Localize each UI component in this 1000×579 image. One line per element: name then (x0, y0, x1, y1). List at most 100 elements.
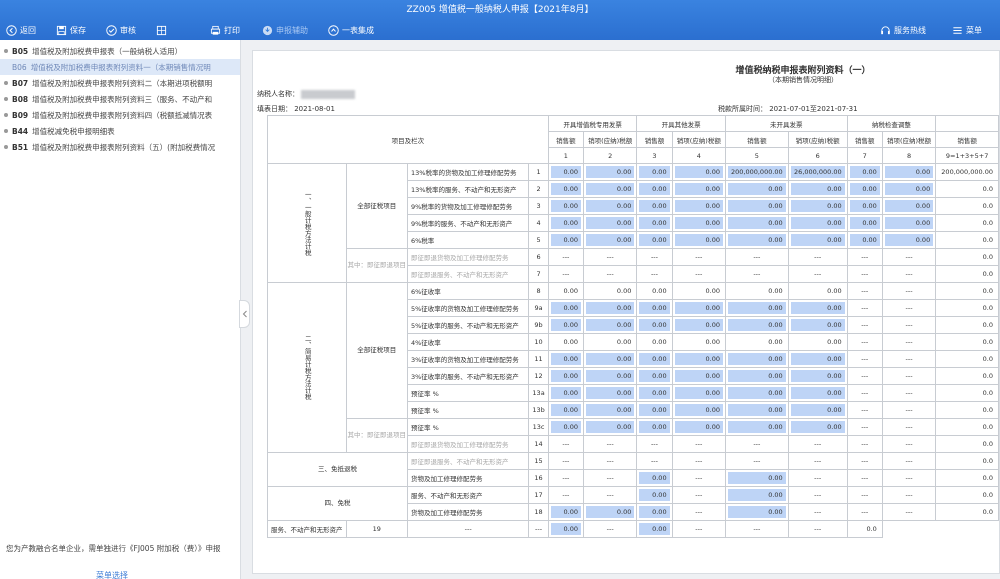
amount-input[interactable]: 0.00 (671, 197, 726, 215)
check-button[interactable]: 审核 (106, 22, 136, 38)
amount-input[interactable]: 0.00 (582, 367, 638, 385)
amount-input[interactable]: 0.00 (636, 197, 673, 215)
amount-input[interactable]: 0.00 (636, 418, 673, 436)
amount-input[interactable]: 0.00 (671, 299, 726, 317)
amount-input[interactable]: 0.00 (881, 214, 937, 232)
amount-input[interactable]: 0.00 (724, 231, 789, 249)
amount-input[interactable]: 0.00 (547, 180, 584, 198)
amount-input[interactable]: 0.00 (547, 384, 584, 402)
amount-input[interactable]: 0.00 (582, 384, 638, 402)
sidebar-item-b51[interactable]: B51 增值税及附加税费申报表附列资料（五）(附加税费情况 (0, 139, 240, 155)
amount-input[interactable]: 0.00 (724, 384, 789, 402)
amount-input[interactable]: 0.00 (547, 367, 584, 385)
amount-input[interactable]: 0.00 (671, 384, 726, 402)
amount-input[interactable]: 0.00 (582, 350, 638, 368)
amount-input[interactable]: 0.00 (724, 469, 789, 487)
amount-input[interactable]: 0.00 (636, 316, 673, 334)
amount-input[interactable]: 0.00 (724, 486, 789, 504)
fill-assist-button[interactable]: 申报辅助 (262, 22, 308, 38)
amount-input[interactable]: 0.00 (547, 520, 584, 538)
amount-input[interactable]: 0.00 (787, 367, 848, 385)
amount-input[interactable]: 0.00 (671, 418, 726, 436)
amount-input[interactable]: 0.00 (582, 180, 638, 198)
amount-input[interactable]: 0.00 (671, 401, 726, 419)
amount-input[interactable]: 0.00 (787, 384, 848, 402)
back-button[interactable]: 返回 (6, 22, 36, 38)
amount-input[interactable]: 0.00 (547, 214, 584, 232)
amount-input[interactable]: 0.00 (787, 231, 848, 249)
amount-input[interactable]: 0.00 (846, 163, 883, 181)
amount-input[interactable]: 0.00 (671, 231, 726, 249)
amount-input[interactable]: 0.00 (582, 503, 638, 521)
more-toolbar-button[interactable] (156, 22, 167, 38)
amount-input[interactable]: 0.00 (547, 163, 584, 181)
amount-input[interactable]: 0.00 (671, 214, 726, 232)
amount-input[interactable]: 26,000,000.00 (787, 163, 848, 181)
amount-input[interactable]: 0.00 (787, 418, 848, 436)
amount-input[interactable]: 0.00 (582, 316, 638, 334)
amount-input[interactable]: 0.00 (636, 214, 673, 232)
amount-input[interactable]: 0.00 (881, 180, 937, 198)
amount-input[interactable]: 0.00 (787, 180, 848, 198)
amount-input[interactable]: 0.00 (636, 163, 673, 181)
sidebar-item-b05[interactable]: B05 增值税及附加税费申报表（一般纳税人适用） (0, 43, 240, 59)
amount-input[interactable]: 0.00 (724, 401, 789, 419)
amount-input[interactable]: 0.00 (846, 197, 883, 215)
menu-button[interactable]: 菜单 (952, 22, 982, 38)
amount-input[interactable]: 0.00 (724, 316, 789, 334)
amount-input[interactable]: 0.00 (582, 418, 638, 436)
amount-input[interactable]: 0.00 (671, 180, 726, 198)
amount-input[interactable]: 200,000,000.00 (724, 163, 789, 181)
amount-input[interactable]: 0.00 (724, 367, 789, 385)
hotline-button[interactable]: 服务热线 (880, 22, 926, 38)
amount-input[interactable]: 0.00 (636, 486, 673, 504)
amount-input[interactable]: 0.00 (547, 401, 584, 419)
amount-input[interactable]: 0.00 (636, 180, 673, 198)
amount-input[interactable]: 0.00 (787, 350, 848, 368)
amount-input[interactable]: 0.00 (881, 231, 937, 249)
amount-input[interactable]: 0.00 (671, 367, 726, 385)
amount-input[interactable]: 0.00 (547, 316, 584, 334)
amount-input[interactable]: 0.00 (724, 503, 789, 521)
amount-input[interactable]: 0.00 (636, 350, 673, 368)
amount-input[interactable]: 0.00 (724, 350, 789, 368)
amount-input[interactable]: 0.00 (671, 163, 726, 181)
sidebar-item-b44[interactable]: B44 增值税减免税申报明细表 (0, 123, 240, 139)
amount-input[interactable]: 0.00 (787, 316, 848, 334)
sidebar-item-b06[interactable]: B06 增值税及附加税费申报表附列资料一（本期销售情况明 (0, 59, 240, 75)
amount-input[interactable]: 0.00 (547, 231, 584, 249)
amount-input[interactable]: 0.00 (636, 384, 673, 402)
amount-input[interactable]: 0.00 (582, 163, 638, 181)
amount-input[interactable]: 0.00 (787, 197, 848, 215)
amount-input[interactable]: 0.00 (671, 350, 726, 368)
amount-input[interactable]: 0.00 (636, 231, 673, 249)
amount-input[interactable]: 0.00 (636, 520, 673, 538)
amount-input[interactable]: 0.00 (787, 214, 848, 232)
amount-input[interactable]: 0.00 (671, 316, 726, 334)
amount-input[interactable]: 0.00 (636, 503, 673, 521)
amount-input[interactable]: 0.00 (881, 197, 937, 215)
amount-input[interactable]: 0.00 (582, 299, 638, 317)
amount-input[interactable]: 0.00 (787, 299, 848, 317)
save-button[interactable]: 保存 (56, 22, 86, 38)
print-button[interactable]: 打印 (210, 22, 240, 38)
amount-input[interactable]: 0.00 (547, 503, 584, 521)
amount-input[interactable]: 0.00 (787, 401, 848, 419)
amount-input[interactable]: 0.00 (636, 469, 673, 487)
amount-input[interactable]: 0.00 (724, 299, 789, 317)
amount-input[interactable]: 0.00 (724, 214, 789, 232)
amount-input[interactable]: 0.00 (846, 214, 883, 232)
amount-input[interactable]: 0.00 (636, 401, 673, 419)
amount-input[interactable]: 0.00 (582, 214, 638, 232)
amount-input[interactable]: 0.00 (582, 197, 638, 215)
amount-input[interactable]: 0.00 (636, 367, 673, 385)
sidebar-collapse-handle[interactable] (239, 300, 250, 328)
amount-input[interactable]: 0.00 (582, 401, 638, 419)
one-table-button[interactable]: 一表集成 (328, 22, 374, 38)
amount-input[interactable]: 0.00 (846, 231, 883, 249)
amount-input[interactable]: 0.00 (846, 180, 883, 198)
amount-input[interactable]: 0.00 (636, 299, 673, 317)
amount-input[interactable]: 0.00 (547, 350, 584, 368)
amount-input[interactable]: 0.00 (724, 197, 789, 215)
amount-input[interactable]: 0.00 (547, 197, 584, 215)
